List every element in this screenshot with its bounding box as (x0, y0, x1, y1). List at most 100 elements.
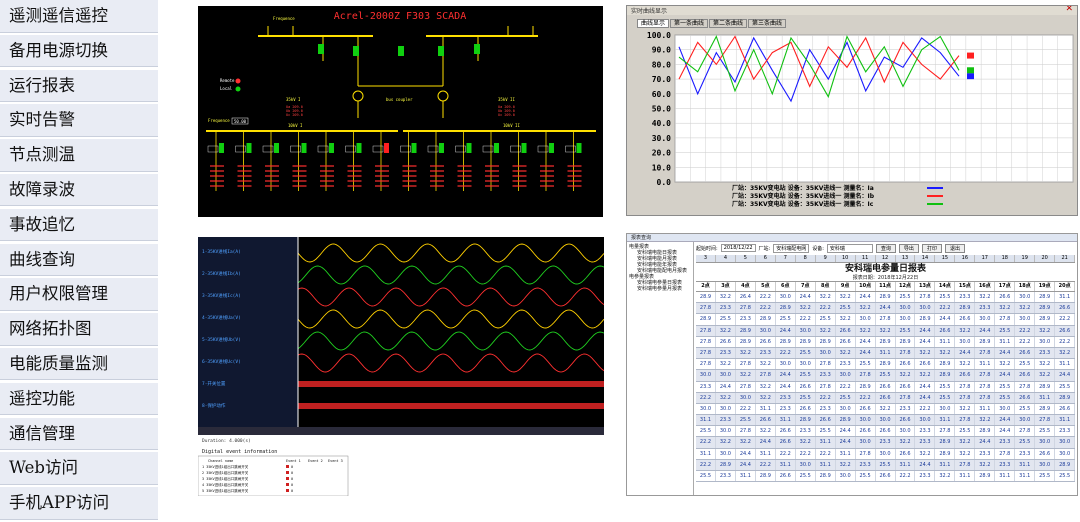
report-row[interactable]: 27.8 32.2 28.9 30.0 24.4 30.0 32.2 26.6 32.2 32.2… (696, 325, 1075, 337)
feeder-switch[interactable] (356, 143, 362, 153)
report-row[interactable]: 28.9 32.2 26.4 22.2 30.0 24.4 32.2 32.2 24.4 28.9… (696, 292, 1075, 304)
curve-y-tick: 60.0 (652, 90, 671, 99)
wave-event-mark (286, 465, 289, 468)
report-row[interactable]: 22.2 32.2 30.0 32.2 23.3 25.5 22.2 25.5 22.2 26.6… (696, 392, 1075, 404)
report-cell: 27.8 (915, 292, 936, 303)
report-cell: 28.9 (935, 370, 956, 381)
exit-button[interactable]: 退出 (944, 243, 965, 253)
report-cell: 25.5 (736, 415, 756, 426)
report-cell: 27.8 (696, 336, 716, 347)
menu-item-7[interactable]: 曲线查询 (0, 243, 158, 277)
feeder-remote-box (372, 145, 384, 153)
menu-item-0[interactable]: 遥测遥信遥控 (0, 0, 158, 33)
report-cell: 22.2 (756, 303, 776, 314)
wave-channel-label-7: 8-保护动作 (202, 402, 226, 409)
report-cell: 28.9 (975, 471, 996, 482)
report-cell: 24.4 (915, 336, 936, 347)
menu-item-11[interactable]: 遥控功能 (0, 382, 158, 416)
report-row[interactable]: 27.8 26.6 28.9 26.6 28.9 28.9 28.9 26.6 24.4 28.9… (696, 336, 1075, 348)
report-header-cell: 15点 (955, 282, 976, 291)
report-cell: 28.9 (856, 381, 876, 392)
feeder-switch[interactable] (384, 143, 389, 153)
report-cell: 28.9 (816, 336, 836, 347)
report-row[interactable]: 28.9 25.5 23.3 28.9 25.5 22.2 25.5 32.2 30.0 27.8… (696, 314, 1075, 326)
device-select[interactable]: 安科瑞 (826, 243, 873, 253)
report-cell: 24.4 (716, 381, 736, 392)
feeder-switch[interactable] (521, 143, 527, 153)
report-cell: 22.2 (1055, 314, 1075, 325)
report-cell: 22.2 (696, 459, 716, 470)
report-row[interactable]: 27.8 23.3 32.2 23.3 22.2 25.5 30.0 32.2 24.4 31.1… (696, 347, 1075, 360)
feeder-switch[interactable] (329, 143, 334, 153)
report-cell: 23.3 (975, 303, 996, 314)
report-cell: 32.2 (716, 392, 736, 403)
device-label: 设备: (812, 245, 824, 252)
report-row[interactable]: 25.5 30.0 27.8 32.2 26.6 23.3 25.5 24.4 26.6 26.6… (696, 426, 1075, 438)
report-cell: 30.0 (876, 448, 896, 459)
feeder-switch[interactable] (439, 143, 444, 153)
menu-item-2[interactable]: 运行报表 (0, 69, 158, 103)
feeder-switch[interactable] (301, 143, 307, 153)
wave-event-mark (286, 489, 289, 492)
report-cell: 26.6 (856, 403, 876, 415)
report-cell: 25.5 (716, 314, 736, 325)
report-row[interactable]: 31.1 30.0 24.4 31.1 22.2 22.2 22.2 31.1 27.8 30.0… (696, 448, 1075, 460)
print-button[interactable]: 打印 (921, 243, 942, 253)
close-icon[interactable]: ✕ (1065, 6, 1073, 14)
feeder-switch[interactable] (576, 143, 582, 153)
report-cell: 25.5 (836, 303, 856, 314)
menu-item-4[interactable]: 节点测温 (0, 139, 158, 172)
report-row[interactable]: 30.0 30.0 22.2 31.1 23.3 26.6 23.3 30.0 26.6 32.2… (696, 403, 1075, 416)
menu-item-14[interactable]: 手机APP访问 (0, 487, 158, 520)
feeder-switch[interactable] (219, 143, 224, 153)
report-cell: 32.2 (955, 448, 976, 459)
feeder-switch[interactable] (411, 143, 417, 153)
report-cell: 25.5 (955, 426, 976, 437)
menu-item-1[interactable]: 备用电源切换 (0, 34, 158, 68)
menu-item-9[interactable]: 网络拓扑图 (0, 313, 158, 346)
report-cell: 28.9 (876, 336, 896, 347)
report-header-cell: 14点 (935, 282, 956, 291)
feeder-switch[interactable] (466, 143, 472, 153)
report-cell: 28.9 (975, 336, 996, 347)
report-row[interactable]: 31.1 23.3 25.5 26.6 31.1 28.9 26.6 28.9 30.0 30.0… (696, 415, 1075, 427)
report-cell: 30.0 (1015, 292, 1036, 303)
report-cell: 24.4 (836, 426, 856, 437)
feeder-switch[interactable] (549, 143, 554, 153)
report-cell: 31.1 (1015, 471, 1036, 482)
menu-item-8[interactable]: 用户权限管理 (0, 278, 158, 311)
report-cell: 27.8 (896, 347, 916, 359)
menu-item-5[interactable]: 故障录波 (0, 173, 158, 207)
menu-item-12[interactable]: 通信管理 (0, 417, 158, 451)
feeder-switch[interactable] (246, 143, 252, 153)
report-cell: 25.5 (836, 392, 856, 403)
report-cell: 31.1 (935, 415, 956, 426)
report-cell: 30.0 (816, 347, 836, 359)
report-cell: 24.4 (856, 292, 876, 303)
export-button[interactable]: 导出 (898, 243, 919, 253)
report-cell: 27.8 (1015, 426, 1036, 437)
feeder-switch[interactable] (494, 143, 499, 153)
report-row[interactable]: 30.0 30.0 32.2 27.8 24.4 25.5 23.3 30.0 27.8 25.5… (696, 370, 1075, 382)
report-row[interactable]: 22.2 32.2 32.2 24.4 26.6 32.2 31.1 24.4 30.0 23.3… (696, 437, 1075, 449)
menu-item-10[interactable]: 电能质量监测 (0, 347, 158, 381)
time-field[interactable]: 2018/12/22 (720, 244, 756, 252)
report-tree-item-7[interactable]: 安科瑞电参量月报表 (637, 286, 691, 292)
report-row[interactable]: 27.8 23.3 27.8 22.2 28.9 32.2 22.2 25.5 32.2 24.4… (696, 303, 1075, 315)
menu-item-6[interactable]: 事故追忆 (0, 208, 158, 242)
report-row[interactable]: 25.5 23.3 31.1 28.9 26.6 25.5 28.9 30.0 25.5 26.6… (696, 471, 1075, 483)
report-row[interactable]: 23.3 24.4 27.8 32.2 24.4 26.6 27.8 22.2 28.9 26.6… (696, 381, 1075, 393)
report-row[interactable]: 22.2 28.9 24.4 22.2 31.1 30.0 31.1 32.2 23.3 25.5… (696, 459, 1075, 471)
feeder-switch[interactable] (274, 143, 279, 153)
wave-event-row-name-2: 3 35KV进线1组出口跳闸开关 (202, 476, 249, 481)
report-row[interactable]: 27.8 32.2 27.8 32.2 30.0 30.0 27.8 23.3 25.5 28.9… (696, 359, 1075, 371)
report-cell: 25.5 (1055, 471, 1075, 482)
wave-channel-panel (198, 237, 298, 427)
report-cell: 31.1 (896, 459, 916, 470)
svg-text:Uc 209.0: Uc 209.0 (286, 113, 303, 117)
menu-item-13[interactable]: Web访问 (0, 452, 158, 485)
report-cell: 28.9 (796, 336, 816, 347)
site-select[interactable]: 安科瑞配电网 (773, 243, 810, 253)
query-button[interactable]: 查询 (875, 243, 896, 253)
menu-item-3[interactable]: 实时告警 (0, 104, 158, 137)
